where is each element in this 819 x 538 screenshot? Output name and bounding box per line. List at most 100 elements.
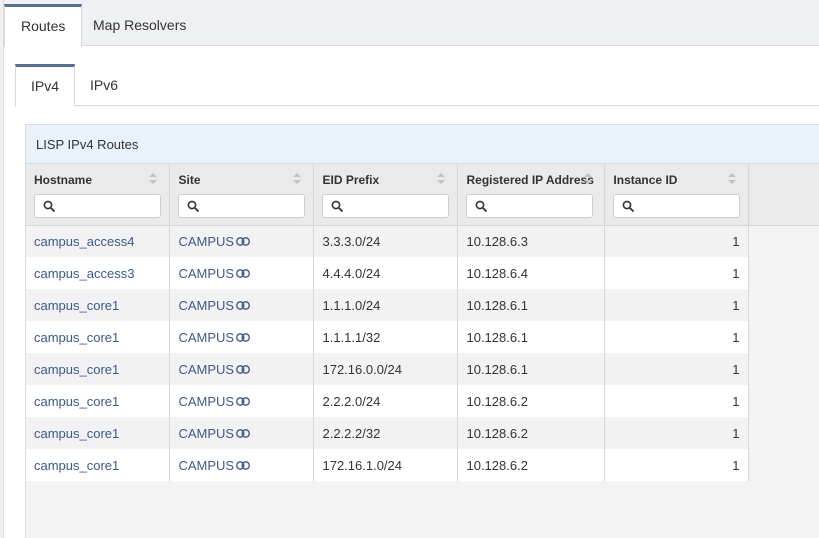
sort-icon[interactable] (437, 173, 446, 185)
row-spacer (748, 225, 819, 257)
registered-ip-cell: 10.128.6.2 (457, 385, 606, 417)
column-filter[interactable] (178, 194, 306, 218)
column-header-label: Site (178, 173, 201, 187)
site-link[interactable]: CAMPUS (178, 458, 234, 473)
tab-ipv4[interactable]: IPv4 (15, 64, 76, 107)
eid-prefix-cell: 3.3.3.0/24 (313, 225, 459, 257)
table-row: campus_core1 CAMPUS 172.16.1.0/24 10.128.6.… (26, 449, 819, 481)
search-icon (43, 200, 55, 212)
search-icon (475, 200, 488, 212)
column-header-label: EID Prefix (322, 173, 380, 187)
column-header[interactable]: Registered IP Address (457, 164, 606, 226)
header-spacer (748, 164, 819, 226)
tab-map-resolvers[interactable]: Map Resolvers (77, 4, 202, 46)
registered-ip-cell: 10.128.6.2 (457, 449, 606, 481)
instance-id-cell: 1 (604, 353, 750, 385)
site-link[interactable]: CAMPUS (178, 362, 234, 377)
sort-icon[interactable] (728, 173, 737, 185)
link-icon[interactable] (236, 394, 251, 409)
table-row: campus_access3 CAMPUS 4.4.4.0/24 10.128.6.4… (26, 257, 819, 289)
table-row: campus_core1 CAMPUS 1.1.1.0/24 10.128.6.1 1 (26, 289, 819, 321)
hostname-link[interactable]: campus_core1 (34, 330, 119, 345)
site-link[interactable]: CAMPUS (178, 234, 234, 249)
hostname-link[interactable]: campus_core1 (34, 458, 119, 473)
column-header[interactable]: EID Prefix (313, 164, 459, 226)
filter-input[interactable] (636, 197, 737, 215)
column-filter[interactable] (34, 194, 161, 218)
search-icon (331, 200, 344, 212)
site-link[interactable]: CAMPUS (178, 330, 234, 345)
row-spacer (748, 289, 819, 321)
registered-ip-cell: 10.128.6.4 (457, 257, 606, 289)
instance-id-cell: 1 (604, 417, 750, 449)
column-header[interactable]: Instance ID (604, 164, 750, 226)
site-link[interactable]: CAMPUS (178, 426, 234, 441)
registered-ip-cell: 10.128.6.1 (457, 321, 606, 353)
column-header[interactable]: Hostname (26, 164, 171, 226)
column-filter[interactable] (466, 194, 594, 218)
outer-tab-bar: Routes Map Resolvers (4, 0, 819, 47)
hostname-cell: campus_core1 (26, 417, 171, 449)
registered-ip-cell: 10.128.6.2 (457, 417, 606, 449)
row-spacer (748, 385, 819, 417)
table-row: campus_core1 CAMPUS 1.1.1.1/32 10.128.6.1 1 (26, 321, 819, 353)
routes-panel: LISP IPv4 Routes Hostname Site EID Prefix R… (25, 124, 819, 538)
filter-input[interactable] (489, 197, 590, 215)
table-row: campus_core1 CAMPUS 172.16.0.0/24 10.128.6.… (26, 353, 819, 385)
hostname-link[interactable]: campus_access3 (34, 266, 134, 281)
hostname-cell: campus_access4 (26, 225, 171, 257)
column-filter[interactable] (613, 194, 741, 218)
hostname-link[interactable]: campus_core1 (34, 394, 119, 409)
hostname-cell: campus_core1 (26, 385, 171, 417)
app-frame: Routes Map Resolvers IPv4 IPv6 LISP IPv4… (3, 0, 819, 538)
site-link[interactable]: CAMPUS (178, 298, 234, 313)
link-icon[interactable] (236, 458, 251, 473)
column-header-label: Instance ID (613, 173, 678, 187)
link-icon[interactable] (236, 330, 251, 345)
link-icon[interactable] (236, 362, 251, 377)
hostname-cell: campus_core1 (26, 289, 171, 321)
filter-input[interactable] (345, 197, 446, 215)
row-spacer (748, 417, 819, 449)
sort-icon[interactable] (149, 173, 158, 185)
eid-prefix-cell: 1.1.1.0/24 (313, 289, 459, 321)
search-icon (622, 200, 635, 212)
link-icon[interactable] (236, 266, 251, 281)
registered-ip-cell: 10.128.6.1 (457, 353, 606, 385)
filter-input[interactable] (201, 197, 302, 215)
panel-title: LISP IPv4 Routes (26, 125, 819, 164)
site-cell: CAMPUS (169, 257, 315, 289)
column-header-label: Hostname (34, 173, 93, 187)
hostname-link[interactable]: campus_core1 (34, 298, 119, 313)
registered-ip-cell: 10.128.6.1 (457, 289, 606, 321)
table-row: campus_core1 CAMPUS 2.2.2.0/24 10.128.6.2 1 (26, 385, 819, 417)
eid-prefix-cell: 172.16.1.0/24 (313, 449, 459, 481)
hostname-link[interactable]: campus_access4 (34, 234, 134, 249)
site-link[interactable]: CAMPUS (178, 394, 234, 409)
hostname-cell: campus_access3 (26, 257, 171, 289)
site-cell: CAMPUS (169, 385, 315, 417)
site-cell: CAMPUS (169, 289, 315, 321)
column-filter[interactable] (322, 194, 450, 218)
hostname-cell: campus_core1 (26, 353, 171, 385)
table-body: campus_access4 CAMPUS 3.3.3.0/24 10.128.6.3… (26, 225, 819, 481)
search-icon (187, 200, 200, 212)
eid-prefix-cell: 1.1.1.1/32 (313, 321, 459, 353)
tab-ipv6[interactable]: IPv6 (75, 64, 133, 106)
filter-input[interactable] (57, 197, 157, 215)
tab-routes[interactable]: Routes (4, 4, 83, 47)
site-cell: CAMPUS (169, 449, 315, 481)
link-icon[interactable] (236, 426, 251, 441)
link-icon[interactable] (236, 298, 251, 313)
hostname-link[interactable]: campus_core1 (34, 426, 119, 441)
sort-icon[interactable] (584, 173, 593, 185)
sort-icon[interactable] (293, 173, 302, 185)
site-cell: CAMPUS (169, 225, 315, 257)
table-header-row: Hostname Site EID Prefix Registered IP Addr… (26, 164, 819, 226)
column-header[interactable]: Site (169, 164, 315, 226)
site-link[interactable]: CAMPUS (178, 266, 234, 281)
eid-prefix-cell: 172.16.0.0/24 (313, 353, 459, 385)
link-icon[interactable] (236, 234, 251, 249)
instance-id-cell: 1 (604, 385, 750, 417)
hostname-link[interactable]: campus_core1 (34, 362, 119, 377)
